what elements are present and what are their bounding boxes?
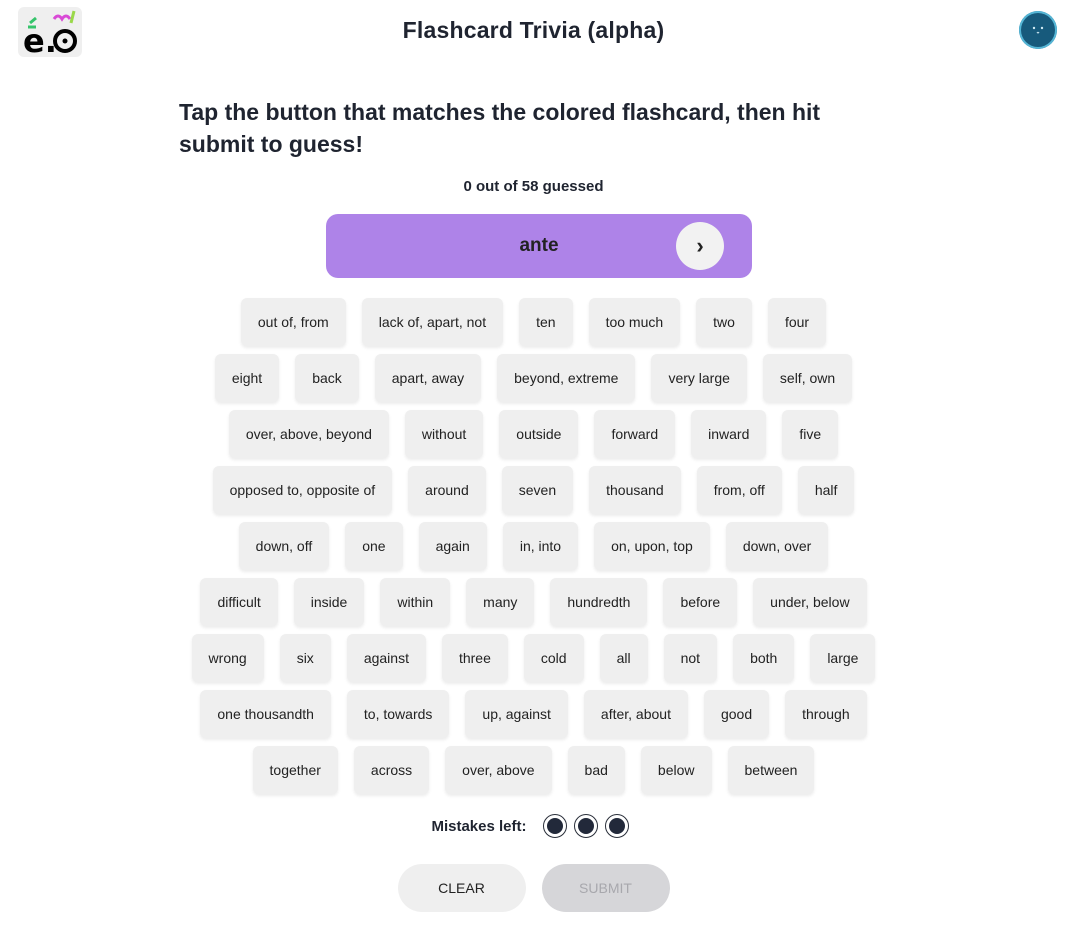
answer-chip[interactable]: difficult [200,578,278,626]
answer-chip[interactable]: bad [567,746,625,794]
instructions-heading: Tap the button that matches the colored … [179,99,821,157]
answer-row: down, off one again in, into on, upon, top do… [0,522,1067,570]
answer-row: out of, from lack of, apart, not ten too mu… [0,298,1067,346]
answer-chip[interactable]: thousand [589,466,681,514]
avatar[interactable] [1019,11,1057,49]
answer-chip[interactable]: in, into [502,522,579,570]
answer-chip[interactable]: over, above [445,746,552,794]
progress-counter: 0 out of 58 guessed [463,178,604,195]
answer-chip[interactable]: too much [588,298,681,346]
action-buttons: CLEAR SUBMIT [0,864,1067,912]
answer-chip[interactable]: around [408,466,486,514]
answer-chip[interactable]: self, own [762,354,853,402]
answer-chip[interactable]: apart, away [374,354,482,402]
clear-button[interactable]: CLEAR [397,864,526,912]
mistake-dot [573,814,598,838]
flashcard: ante › [326,214,752,278]
answer-chip[interactable]: across [353,746,430,794]
answer-chip[interactable]: after, about [583,690,688,738]
answer-row: opposed to, opposite of around seven thousa… [0,466,1067,514]
answer-chip[interactable]: five [782,410,839,458]
mistakes-label: Mistakes left: [431,817,527,835]
answer-chip[interactable]: seven [501,466,574,514]
answer-chip[interactable]: to, towards [346,690,450,738]
answer-row: difficult inside within many hundredth before… [0,578,1067,626]
answer-chip[interactable]: one thousandth [200,690,331,738]
answer-chip[interactable]: opposed to, opposite of [212,466,393,514]
answer-chip[interactable]: before [663,578,738,626]
next-card-button[interactable]: › [676,222,724,270]
answer-row: eight back apart, away beyond, extreme very … [0,354,1067,402]
answer-chip[interactable]: out of, from [240,298,346,346]
answer-chip[interactable]: below [640,746,712,794]
answer-chip[interactable]: eight [214,354,280,402]
answer-chip[interactable]: up, against [465,690,568,738]
answer-chip[interactable]: good [703,690,770,738]
chevron-right-icon: › [696,233,704,258]
answer-chip[interactable]: large [810,634,876,682]
answer-chip[interactable]: four [767,298,827,346]
answer-chip[interactable]: many [466,578,535,626]
answer-chip[interactable]: two [696,298,752,346]
app-title: Flashcard Trivia (alpha) [402,17,665,43]
answer-chip[interactable]: again [418,522,487,570]
answer-chip[interactable]: one [345,522,403,570]
answer-chip[interactable]: all [599,634,648,682]
answer-chip[interactable]: forward [594,410,676,458]
answer-row: one thousandth to, towards up, against afte… [0,690,1067,738]
answer-chip[interactable]: without [404,410,484,458]
user-avatar-icon [1032,26,1044,34]
answer-row: together across over, above bad below between [0,746,1067,794]
answer-chip[interactable]: hundredth [550,578,648,626]
mistakes-indicator: Mistakes left: [0,814,1067,838]
answer-chip[interactable]: under, below [753,578,867,626]
mistake-dot [542,814,567,838]
answer-chip[interactable]: beyond, extreme [497,354,636,402]
answer-chip[interactable]: inside [293,578,365,626]
app-header: e. Flashcard Trivia (alpha) [0,0,1067,66]
answer-chip[interactable]: half [797,466,855,514]
answer-chip[interactable]: over, above, beyond [228,410,389,458]
answer-chip[interactable]: against [346,634,426,682]
answer-chip[interactable]: wrong [191,634,264,682]
answer-chip[interactable]: outside [499,410,579,458]
answer-chip[interactable]: both [733,634,795,682]
answer-chip[interactable]: down, over [725,522,829,570]
answer-chip[interactable]: back [295,354,359,402]
mistake-dot [604,814,629,838]
answer-chip[interactable]: inward [691,410,767,458]
answer-chip[interactable]: cold [523,634,584,682]
answer-chip[interactable]: down, off [238,522,330,570]
answer-chip[interactable]: on, upon, top [594,522,710,570]
answer-chip[interactable]: from, off [696,466,782,514]
answer-chip[interactable]: six [279,634,331,682]
answer-chip[interactable]: lack of, apart, not [361,298,504,346]
answer-chip[interactable]: together [252,746,338,794]
answer-chip[interactable]: ten [519,298,573,346]
answer-chip[interactable]: very large [651,354,747,402]
answer-chip[interactable]: within [380,578,451,626]
answer-row: over, above, beyond without outside forward… [0,410,1067,458]
mistake-dots [542,814,636,838]
answer-chip[interactable]: not [663,634,718,682]
answer-chip[interactable]: between [727,746,815,794]
answer-chip[interactable]: three [441,634,508,682]
answer-grid: out of, from lack of, apart, not ten too mu… [0,298,1067,802]
answer-row: wrong six against three cold all not both large [0,634,1067,682]
submit-button[interactable]: SUBMIT [541,864,670,912]
answer-chip[interactable]: through [785,690,867,738]
